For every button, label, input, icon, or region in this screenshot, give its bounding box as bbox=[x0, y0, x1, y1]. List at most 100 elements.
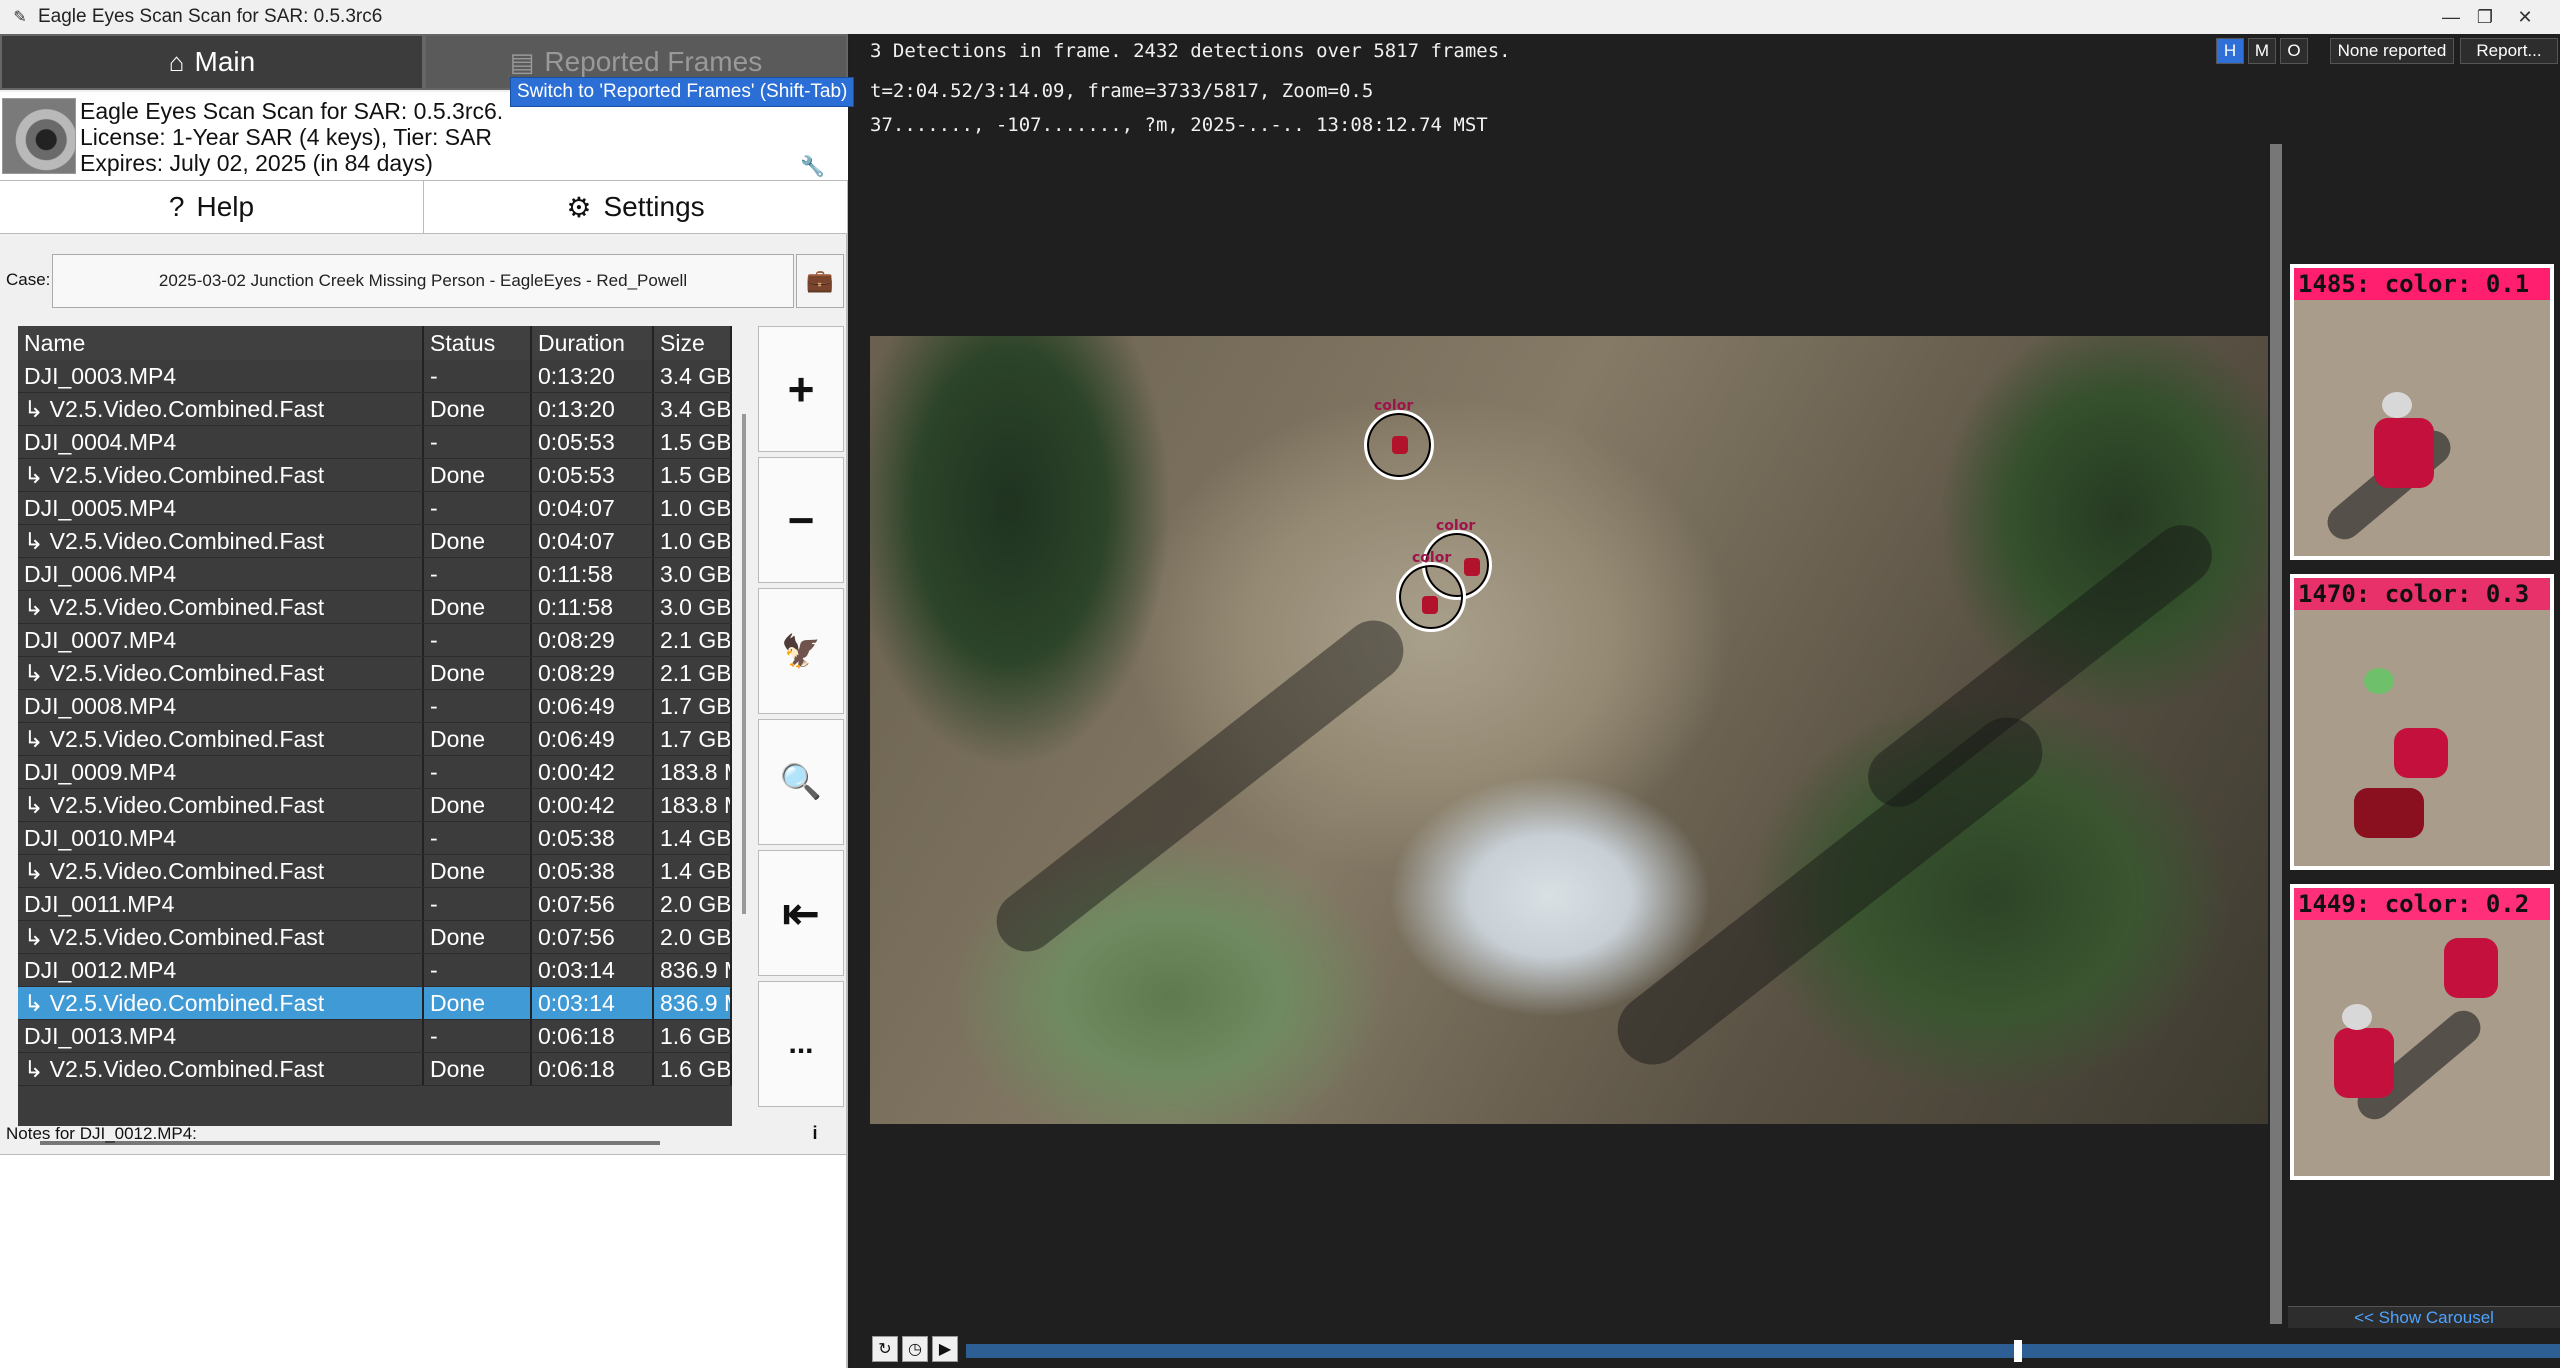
table-row[interactable]: ↳ V2.5.Video.Combined.Fast Done 0:07:56 2.0… bbox=[18, 921, 732, 954]
cell-name: DJI_0004.MP4 bbox=[18, 426, 424, 458]
search-button[interactable]: 🔍 bbox=[758, 719, 844, 845]
table-row[interactable]: ↳ V2.5.Video.Combined.Fast Done 0:06:18 1.6… bbox=[18, 1053, 732, 1086]
cell-duration: 0:05:38 bbox=[532, 822, 654, 854]
play-icon: ▶ bbox=[938, 1341, 952, 1358]
m-toggle[interactable]: M bbox=[2248, 38, 2276, 64]
col-name[interactable]: Name bbox=[18, 326, 424, 360]
back-button[interactable]: ⇤ bbox=[758, 850, 844, 976]
table-row[interactable]: DJI_0010.MP4-0:05:38 1.4 GB bbox=[18, 822, 732, 855]
cell-status: - bbox=[424, 756, 532, 788]
table-row[interactable]: ↳ V2.5.Video.Combined.Fast Done 0:03:14 836… bbox=[18, 987, 732, 1020]
cell-duration: 0:00:42 bbox=[532, 789, 654, 821]
table-row[interactable]: ↳ V2.5.Video.Combined.Fast Done 0:00:42 183… bbox=[18, 789, 732, 822]
table-row[interactable]: DJI_0011.MP4-0:07:56 2.0 GB bbox=[18, 888, 732, 921]
tab-main-label: Main bbox=[194, 46, 256, 77]
cell-name: ↳ V2.5.Video.Combined.Fast bbox=[18, 657, 424, 689]
cell-status: Done bbox=[424, 723, 532, 755]
close-button[interactable]: ✕ bbox=[2490, 0, 2560, 34]
minus-icon: − bbox=[787, 494, 815, 546]
detection-circle[interactable] bbox=[1364, 410, 1434, 480]
eagle-eye-logo bbox=[2, 98, 76, 174]
col-size[interactable]: Size bbox=[654, 326, 732, 360]
o-toggle[interactable]: O bbox=[2280, 38, 2308, 64]
play-button[interactable]: ▶ bbox=[932, 1336, 958, 1362]
magnifier-icon: 🔍 bbox=[779, 763, 823, 801]
arrow-left-icon: ⇤ bbox=[781, 887, 821, 939]
briefcase-button[interactable]: 💼 bbox=[796, 254, 844, 308]
cell-name: DJI_0010.MP4 bbox=[18, 822, 424, 854]
table-row[interactable]: DJI_0008.MP4-0:06:49 1.7 GB bbox=[18, 690, 732, 723]
cell-size: 183.8 MB bbox=[654, 756, 732, 788]
cell-duration: 0:05:38 bbox=[532, 855, 654, 887]
table-row[interactable]: ↳ V2.5.Video.Combined.Fast Done 0:05:53 1.5… bbox=[18, 459, 732, 492]
cell-duration: 0:00:42 bbox=[532, 756, 654, 788]
table-row[interactable]: DJI_0006.MP4-0:11:58 3.0 GB bbox=[18, 558, 732, 591]
video-frame[interactable]: color color color bbox=[870, 336, 2268, 1124]
cell-status: Done bbox=[424, 987, 532, 1019]
person-head bbox=[2382, 392, 2412, 418]
step-button[interactable]: ◷ bbox=[902, 1336, 928, 1362]
notes-info-button[interactable]: i bbox=[800, 1119, 830, 1147]
table-row[interactable]: ↳ V2.5.Video.Combined.Fast Done 0:08:29 2.1… bbox=[18, 657, 732, 690]
eagle-scan-button[interactable]: 🦅 bbox=[758, 588, 844, 714]
table-row[interactable]: DJI_0013.MP4-0:06:18 1.6 GB bbox=[18, 1020, 732, 1053]
help-button[interactable]: ? Help bbox=[0, 181, 424, 233]
cell-size: 1.0 GB bbox=[654, 525, 732, 557]
video-scrollbar[interactable] bbox=[2270, 144, 2282, 1324]
show-carousel-button[interactable]: << Show Carousel bbox=[2288, 1306, 2560, 1328]
tab-main[interactable]: ⌂ Main bbox=[0, 34, 424, 90]
progress-knob[interactable] bbox=[2014, 1340, 2023, 1362]
loop-button[interactable]: ↻ bbox=[872, 1336, 898, 1362]
cell-status: Done bbox=[424, 459, 532, 491]
red-object bbox=[2394, 728, 2448, 778]
table-row[interactable]: ↳ V2.5.Video.Combined.Fast Done 0:06:49 1.7… bbox=[18, 723, 732, 756]
cell-size: 836.9 MB bbox=[654, 954, 732, 986]
table-row[interactable]: DJI_0003.MP4-0:13:20 3.4 GB bbox=[18, 360, 732, 393]
h-toggle[interactable]: H bbox=[2216, 38, 2244, 64]
carousel-thumb[interactable]: 1449: color: 0.2 bbox=[2290, 884, 2554, 1180]
cell-duration: 0:07:56 bbox=[532, 888, 654, 920]
table-row[interactable]: DJI_0007.MP4-0:08:29 2.1 GB bbox=[18, 624, 732, 657]
add-file-button[interactable]: + bbox=[758, 326, 844, 452]
table-row[interactable]: ↳ V2.5.Video.Combined.Fast Done 0:04:07 1.0… bbox=[18, 525, 732, 558]
cell-name: ↳ V2.5.Video.Combined.Fast bbox=[18, 591, 424, 623]
wrench-icon[interactable]: 🔧 bbox=[800, 154, 825, 179]
table-row[interactable]: DJI_0004.MP4-0:05:53 1.5 GB bbox=[18, 426, 732, 459]
frame-info: t=2:04.52/3:14.09, frame=3733/5817, Zoom… bbox=[870, 80, 1374, 102]
cell-name: DJI_0008.MP4 bbox=[18, 690, 424, 722]
table-row[interactable]: ↳ V2.5.Video.Combined.Fast Done 0:13:20 3.4… bbox=[18, 393, 732, 426]
cell-size: 2.1 GB bbox=[654, 624, 732, 656]
remove-file-button[interactable]: − bbox=[758, 457, 844, 583]
carousel-thumb[interactable]: 1485: color: 0.1 bbox=[2290, 264, 2554, 560]
playback-bar: ↻ ◷ ▶ bbox=[870, 1330, 2560, 1368]
table-row[interactable]: ↳ V2.5.Video.Combined.Fast Done 0:05:38 1.4… bbox=[18, 855, 732, 888]
col-status[interactable]: Status bbox=[424, 326, 532, 360]
table-row[interactable]: DJI_0012.MP4-0:03:14836.9 MB bbox=[18, 954, 732, 987]
cell-status: - bbox=[424, 624, 532, 656]
carousel-thumb[interactable]: 1470: color: 0.3 bbox=[2290, 574, 2554, 870]
more-button[interactable]: ... bbox=[758, 981, 844, 1107]
file-list-scrollbar[interactable] bbox=[742, 414, 746, 914]
table-row[interactable]: DJI_0005.MP4-0:04:07 1.0 GB bbox=[18, 492, 732, 525]
case-field[interactable]: 2025-03-02 Junction Creek Missing Person… bbox=[52, 254, 794, 308]
cell-size: 2.0 GB bbox=[654, 921, 732, 953]
notes-textarea[interactable] bbox=[0, 1154, 846, 1368]
table-row[interactable]: ↳ V2.5.Video.Combined.Fast Done 0:11:58 3.0… bbox=[18, 591, 732, 624]
col-duration[interactable]: Duration bbox=[532, 326, 654, 360]
tab-tooltip: Switch to 'Reported Frames' (Shift-Tab) bbox=[510, 77, 855, 107]
detection-label: color bbox=[1436, 518, 1476, 534]
settings-button[interactable]: ⚙ Settings bbox=[424, 181, 848, 233]
report-button[interactable]: Report... bbox=[2460, 38, 2558, 64]
tree-shadow bbox=[984, 608, 1416, 964]
detection-label: color bbox=[1412, 550, 1452, 566]
progress-track[interactable] bbox=[966, 1340, 2560, 1362]
cell-name: DJI_0007.MP4 bbox=[18, 624, 424, 656]
detection-circle[interactable] bbox=[1396, 562, 1466, 632]
question-icon: ? bbox=[168, 191, 185, 222]
cell-name: ↳ V2.5.Video.Combined.Fast bbox=[18, 855, 424, 887]
cell-size: 1.7 GB bbox=[654, 723, 732, 755]
table-row[interactable]: DJI_0009.MP4-0:00:42183.8 MB bbox=[18, 756, 732, 789]
cell-duration: 0:06:49 bbox=[532, 723, 654, 755]
cell-name: ↳ V2.5.Video.Combined.Fast bbox=[18, 1053, 424, 1085]
detection-label: color bbox=[1374, 398, 1414, 414]
